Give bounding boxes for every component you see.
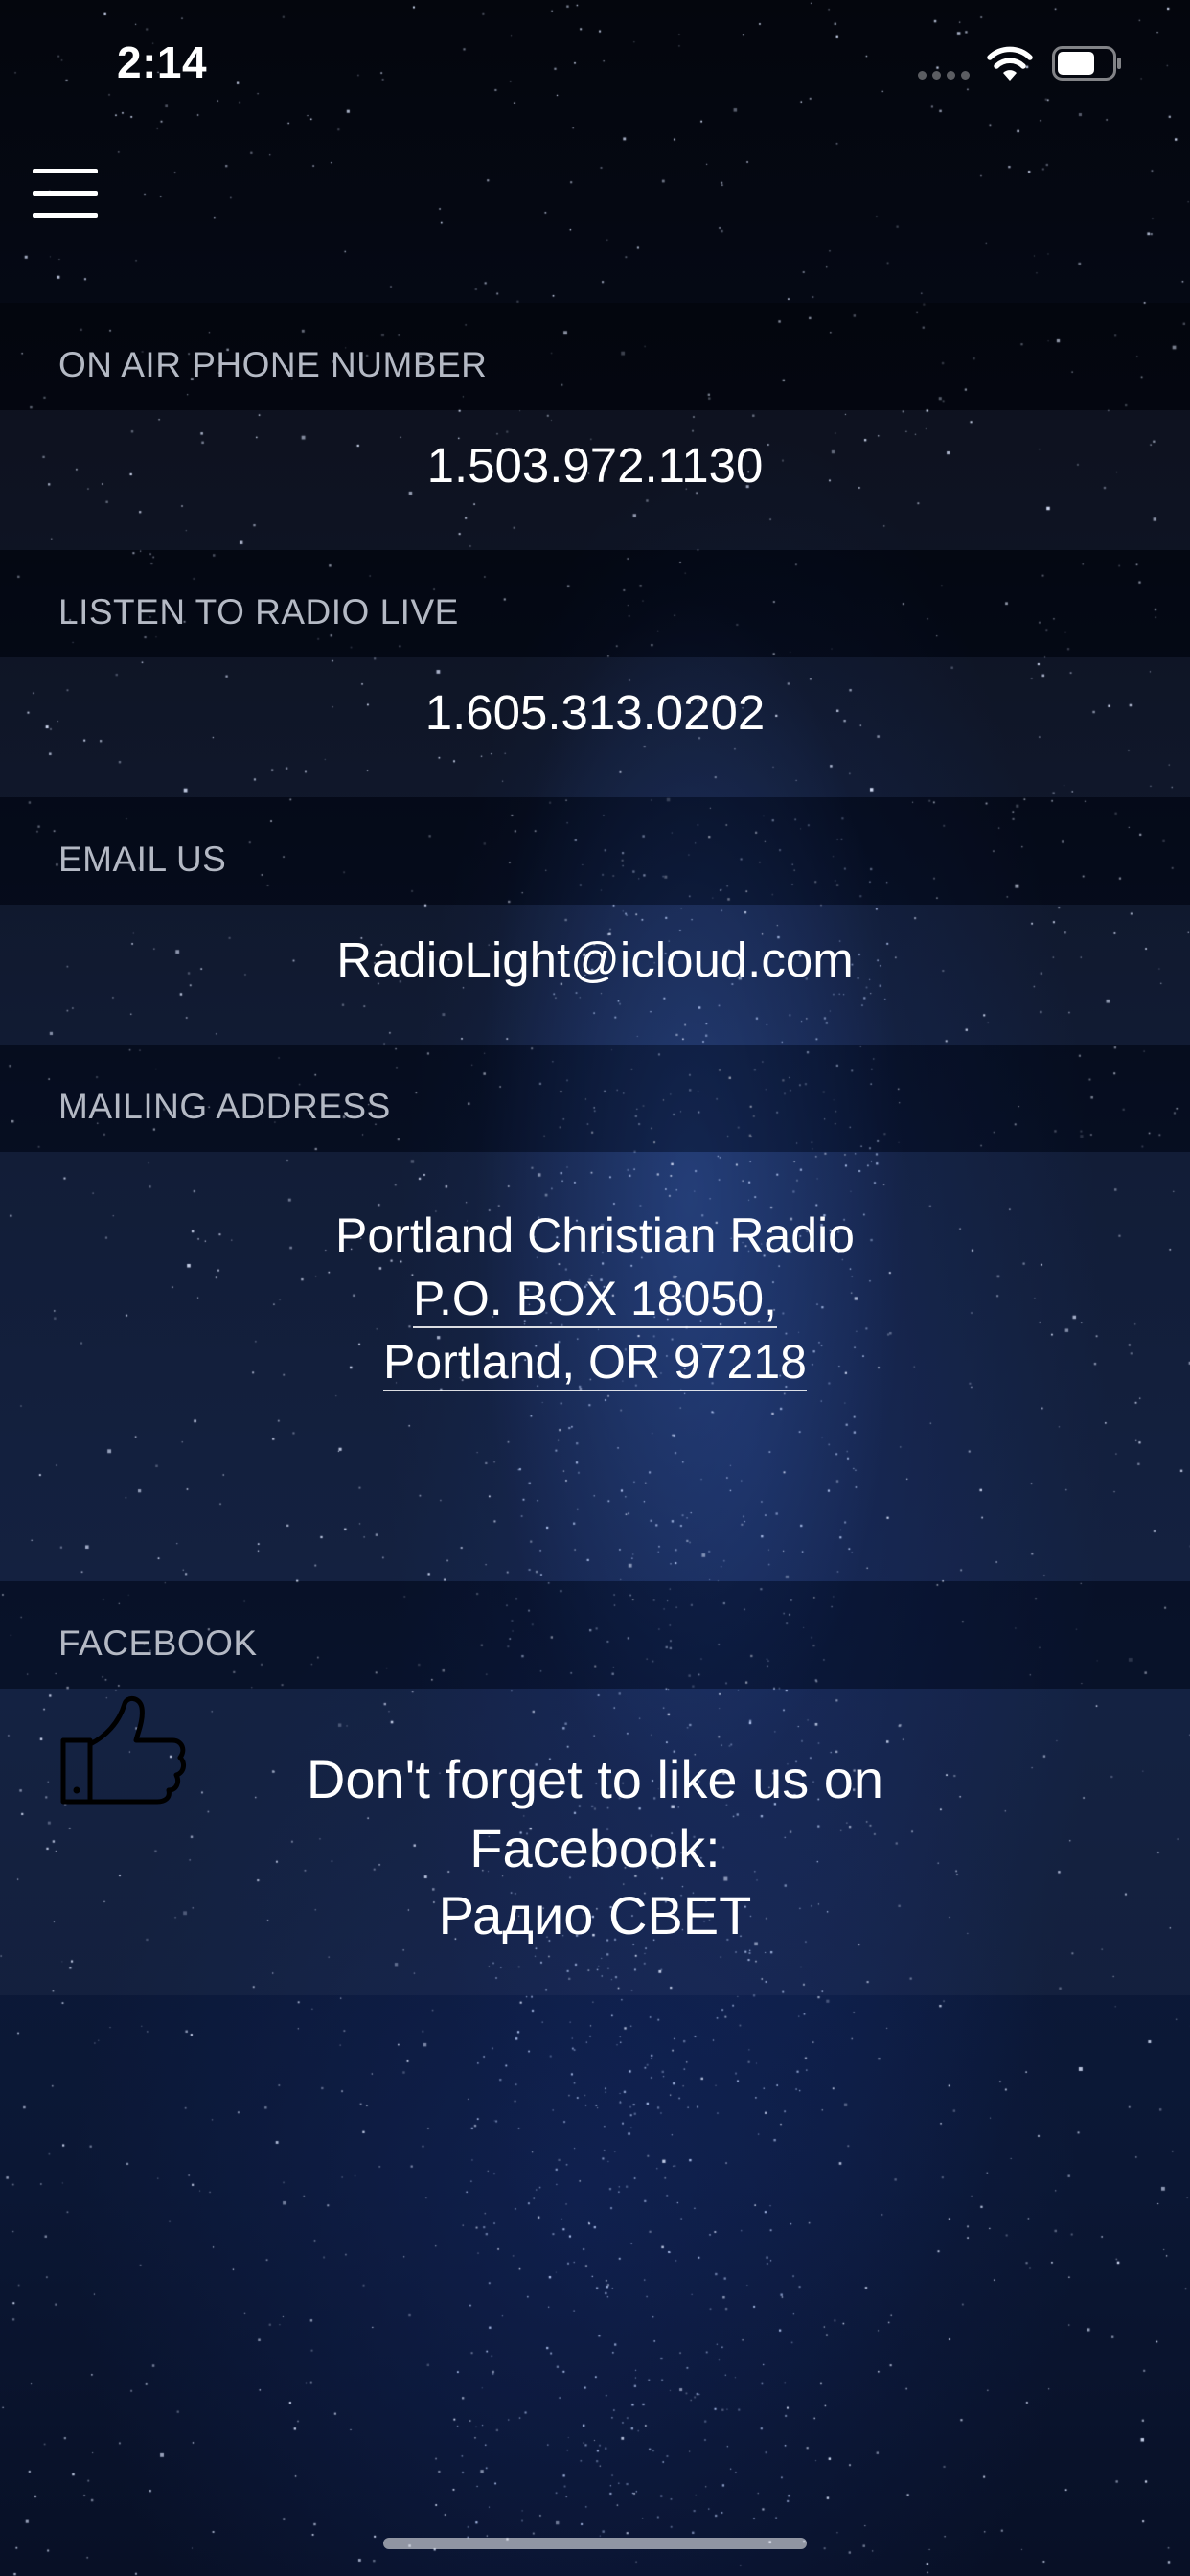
status-bar: 2:14 <box>0 0 1190 134</box>
facebook-page-name-link[interactable]: Радио СВЕТ <box>0 1884 1190 1946</box>
hamburger-menu-icon[interactable] <box>33 169 100 218</box>
section-header-facebook: FACEBOOK <box>0 1581 1190 1689</box>
section-body-listen-live: 1.605.313.0202 <box>0 657 1190 797</box>
section-label: MAILING ADDRESS <box>58 1087 391 1126</box>
listen-live-phone-link[interactable]: 1.605.313.0202 <box>0 684 1190 741</box>
wifi-icon <box>987 46 1033 80</box>
address-po-box-link[interactable]: P.O. BOX 18050, <box>0 1271 1190 1328</box>
section-body-mailing-address: Portland Christian Radio P.O. BOX 18050,… <box>0 1152 1190 1581</box>
section-label: FACEBOOK <box>58 1623 258 1663</box>
status-time: 2:14 <box>117 37 208 87</box>
section-body-on-air-phone: 1.503.972.1130 <box>0 410 1190 550</box>
section-header-email: EMAIL US <box>0 797 1190 905</box>
address-po-box-text[interactable]: P.O. BOX 18050, <box>413 1272 777 1328</box>
section-body-email: RadioLight@icloud.com <box>0 905 1190 1045</box>
address-city-text[interactable]: Portland, OR 97218 <box>383 1335 807 1392</box>
email-link[interactable]: RadioLight@icloud.com <box>0 932 1190 988</box>
section-label: ON AIR PHONE NUMBER <box>58 345 488 384</box>
section-label: EMAIL US <box>58 840 227 879</box>
home-indicator <box>383 2538 807 2549</box>
thumbs-up-icon <box>60 1696 186 1805</box>
address-city-link[interactable]: Portland, OR 97218 <box>0 1334 1190 1392</box>
on-air-phone-number-link[interactable]: 1.503.972.1130 <box>0 437 1190 494</box>
facebook-message-line2: Facebook: <box>469 1818 721 1878</box>
section-header-mailing-address: MAILING ADDRESS <box>0 1045 1190 1152</box>
cellular-signal-icon <box>918 71 970 80</box>
battery-icon <box>1052 46 1121 80</box>
section-header-listen-live: LISTEN TO RADIO LIVE <box>0 550 1190 657</box>
address-organization: Portland Christian Radio <box>335 1208 855 1262</box>
section-label: LISTEN TO RADIO LIVE <box>58 592 459 632</box>
section-header-on-air-phone: ON AIR PHONE NUMBER <box>0 303 1190 410</box>
